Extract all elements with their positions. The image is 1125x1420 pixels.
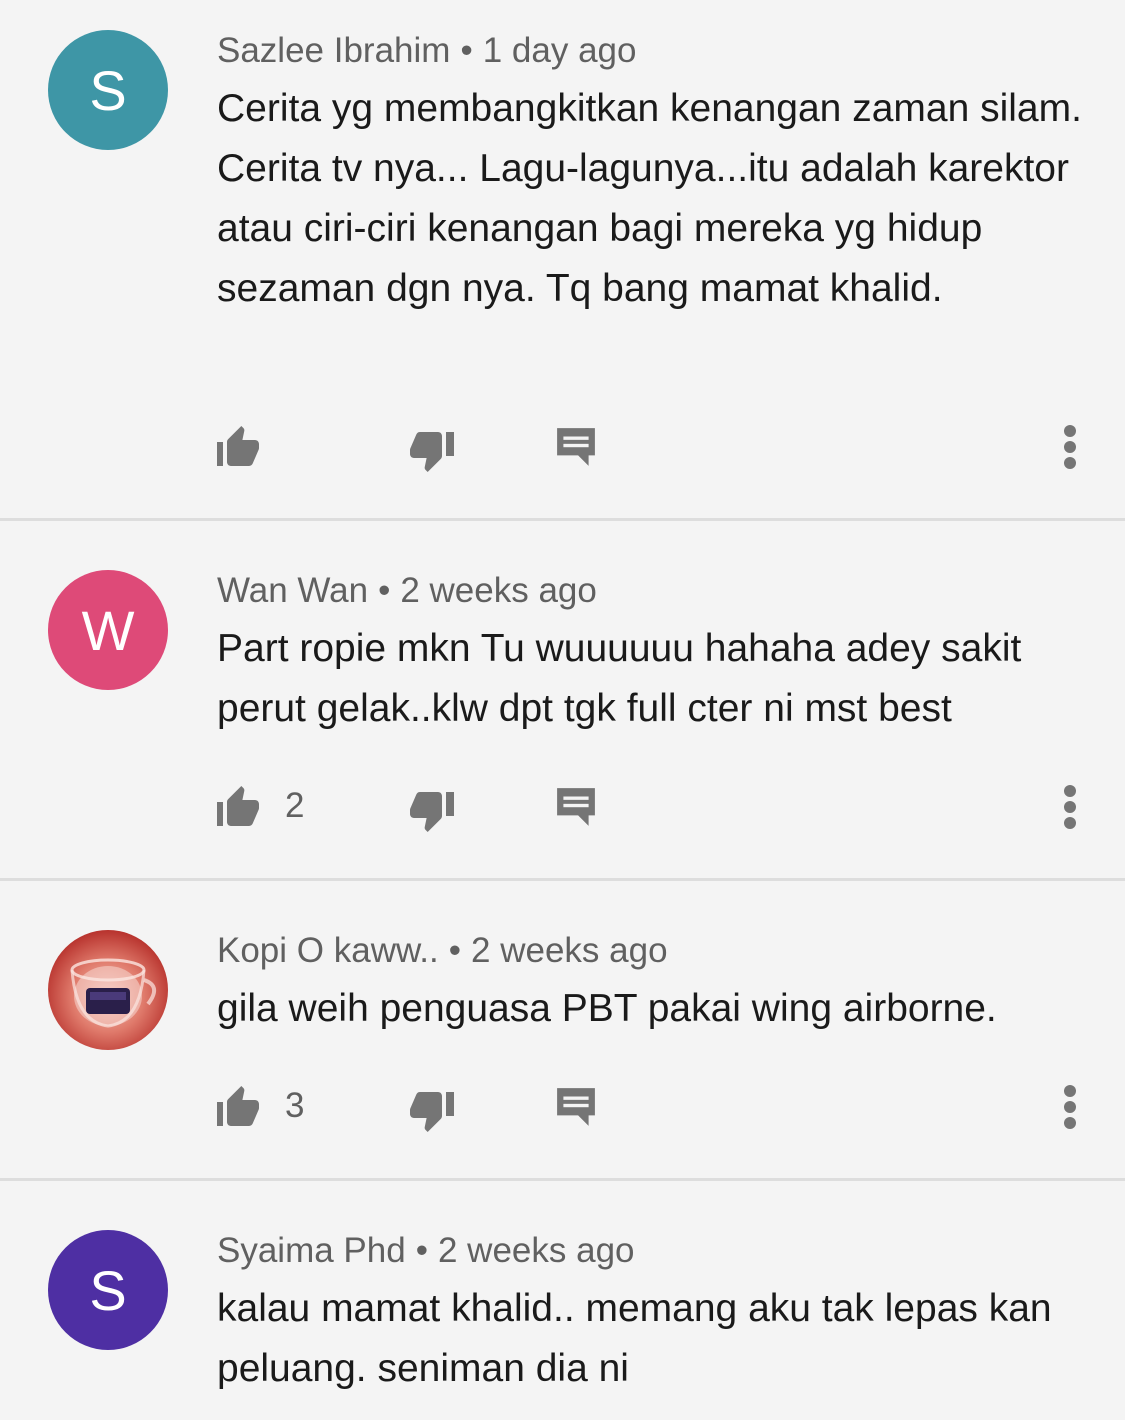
comment-actions: 3: [0, 1078, 1125, 1138]
thumbs-up-icon: [217, 1086, 259, 1126]
separator-dot: •: [448, 931, 462, 970]
like-count: 3: [285, 1086, 305, 1125]
divider: [0, 1178, 1125, 1181]
like-button[interactable]: 2: [215, 784, 304, 828]
avatar-letter: S: [89, 1258, 127, 1322]
avatar[interactable]: S: [48, 1230, 168, 1350]
comment-meta: Syaima Phd • 2 weeks ago: [217, 1231, 635, 1271]
comment-text: Cerita yg membangkitkan kenangan zaman s…: [217, 87, 1082, 310]
avatar-letter: W: [81, 598, 135, 662]
dislike-button[interactable]: [408, 1090, 456, 1134]
avatar[interactable]: W: [48, 570, 168, 690]
comment-text: kalau mamat khalid.. memang aku tak lepa…: [217, 1287, 1052, 1390]
comment-meta: Kopi O kaww.. • 2 weeks ago: [217, 931, 668, 971]
thumbs-up-icon: [217, 426, 259, 466]
reply-button[interactable]: [555, 426, 597, 468]
coffee-cup-photo-icon: [70, 958, 156, 1028]
separator-dot: •: [415, 1231, 428, 1270]
dislike-button[interactable]: [408, 430, 456, 474]
comment-meta: Wan Wan • 2 weeks ago: [217, 571, 597, 611]
comment-meta: Sazlee Ibrahim • 1 day ago: [217, 31, 636, 71]
avatar[interactable]: [48, 930, 168, 1050]
comment-actions: 2: [0, 778, 1125, 838]
author-name[interactable]: Syaima Phd: [217, 1231, 406, 1270]
comment-text: gila weih penguasa PBT pakai wing airbor…: [217, 987, 997, 1030]
like-button[interactable]: [215, 424, 285, 468]
more-vertical-icon: [1064, 785, 1076, 829]
author-name[interactable]: Kopi O kaww..: [217, 931, 439, 970]
author-name[interactable]: Wan Wan: [217, 571, 368, 610]
comment-time: 2 weeks ago: [471, 931, 668, 970]
avatar[interactable]: S: [48, 30, 168, 150]
comment-actions: [0, 418, 1125, 478]
divider: [0, 878, 1125, 881]
comment-time: 2 weeks ago: [400, 571, 597, 610]
author-name[interactable]: Sazlee Ibrahim: [217, 31, 450, 70]
more-vertical-icon: [1064, 1085, 1076, 1129]
thumbs-up-icon: [217, 786, 259, 826]
like-count: 2: [285, 786, 305, 825]
thumbs-down-icon: [410, 432, 454, 472]
separator-dot: •: [460, 31, 473, 70]
reply-comment-icon: [557, 788, 595, 826]
reply-comment-icon: [557, 1088, 595, 1126]
divider: [0, 518, 1125, 521]
comment-text: Part ropie mkn Tu wuuuuuu hahaha adey sa…: [217, 627, 1022, 730]
more-vertical-icon: [1064, 425, 1076, 469]
avatar-letter: S: [89, 58, 127, 122]
reply-comment-icon: [557, 428, 595, 466]
comment-time: 2 weeks ago: [437, 1231, 635, 1270]
dislike-button[interactable]: [408, 790, 456, 834]
thumbs-down-icon: [410, 1092, 454, 1132]
comment-time: 1 day ago: [482, 31, 637, 70]
more-options-button[interactable]: [1062, 1084, 1078, 1130]
more-options-button[interactable]: [1062, 424, 1078, 470]
reply-button[interactable]: [555, 1086, 597, 1128]
separator-dot: •: [378, 571, 391, 610]
thumbs-down-icon: [410, 792, 454, 832]
like-button[interactable]: 3: [215, 1084, 304, 1128]
more-options-button[interactable]: [1062, 784, 1078, 830]
reply-button[interactable]: [555, 786, 597, 828]
